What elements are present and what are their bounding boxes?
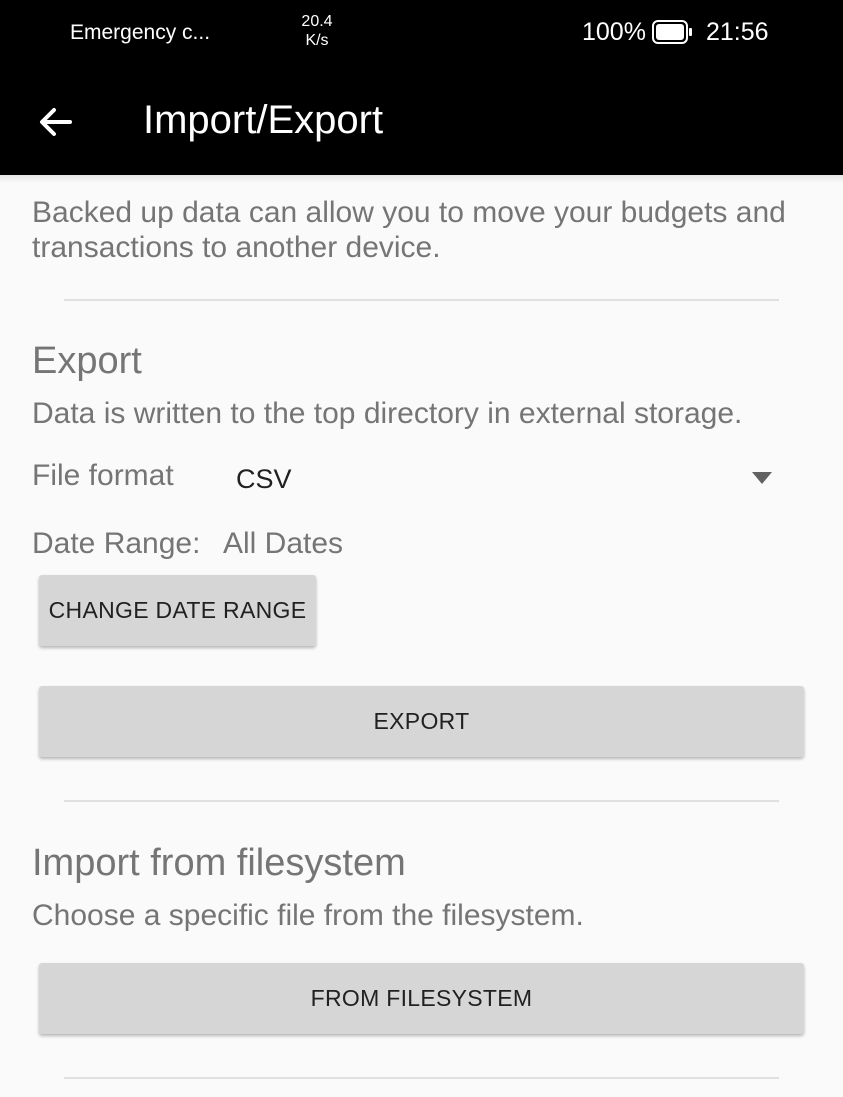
carrier-label: Emergency c... [70,21,211,44]
import-filesystem-description: Choose a specific file from the filesyst… [32,899,584,932]
divider [64,800,779,802]
back-button[interactable] [32,99,78,145]
intro-text: Backed up data can allow you to move you… [32,196,786,264]
import-filesystem-title: Import from filesystem [32,842,406,884]
divider [64,299,779,301]
date-range-label: Date Range: [32,527,201,560]
page-title: Import/Export [143,98,384,142]
import-export-content: Backed up data can allow you to move you… [0,175,843,1097]
from-filesystem-button[interactable]: FROM FILESYSTEM [39,963,804,1034]
file-format-selected-value: CSV [236,464,292,494]
app-bar: Import/Export [0,68,843,175]
status-bar: Emergency c... 20.4 K/s 100% 21:56 [0,0,843,68]
export-description: Data is written to the top directory in … [32,397,743,430]
file-format-label: File format [32,459,174,492]
date-range-value: All Dates [223,527,344,560]
battery-icon [652,20,692,44]
export-section-title: Export [32,340,142,382]
clock: 21:56 [706,18,769,46]
change-date-range-button[interactable]: CHANGE DATE RANGE [39,575,316,646]
app-bar-shadow [0,175,843,183]
dropdown-arrow-icon [752,472,772,484]
battery-percent: 100% [582,18,646,46]
export-button[interactable]: EXPORT [39,686,804,757]
network-speed: 20.4 K/s [296,12,338,50]
network-speed-value: 20.4 [301,13,333,30]
divider [64,1077,779,1079]
network-speed-unit: K/s [305,32,329,49]
back-arrow-icon [40,108,72,136]
